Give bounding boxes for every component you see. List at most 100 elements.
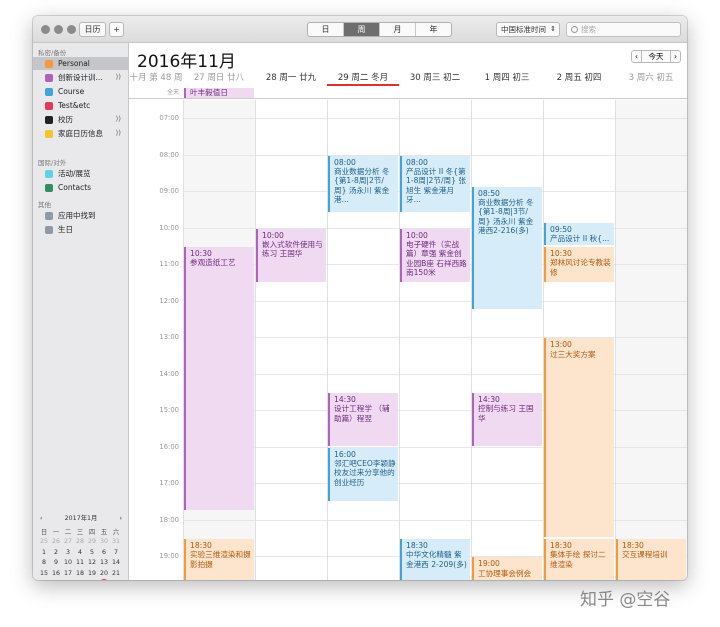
calendar-checkbox[interactable] bbox=[45, 130, 53, 138]
hour-label: 12:00 bbox=[159, 296, 179, 305]
hour-label: 13:00 bbox=[159, 333, 179, 342]
prev-week-button[interactable]: ‹ bbox=[631, 50, 642, 63]
mini-day[interactable]: 5 bbox=[86, 547, 98, 558]
mini-day[interactable]: 28 bbox=[74, 537, 86, 548]
calendar-event[interactable]: 08:50 商业数据分析 冬{第1-8周|3节/周} 汤永川 紫金港西2-216(… bbox=[472, 186, 542, 309]
mini-day[interactable]: 23 bbox=[50, 579, 62, 581]
mini-day[interactable]: 13 bbox=[98, 558, 110, 569]
tab-day[interactable]: 日 bbox=[308, 23, 344, 36]
mini-day[interactable]: 25 bbox=[38, 537, 50, 548]
mini-day[interactable]: 7 bbox=[110, 547, 122, 558]
mini-day[interactable]: 24 bbox=[62, 579, 74, 581]
mini-day[interactable]: 26 bbox=[50, 537, 62, 548]
mini-day[interactable]: 3 bbox=[62, 547, 74, 558]
next-week-button[interactable]: › bbox=[670, 50, 681, 63]
calendar-event[interactable]: 18:30 中华文化精髓 紫金港西 2-209(多) bbox=[400, 539, 470, 580]
mini-prev-month-button[interactable]: ‹ bbox=[40, 513, 43, 525]
calendar-event[interactable]: 13:00 过三大奖方案 bbox=[544, 338, 614, 537]
mini-day[interactable]: 9 bbox=[50, 558, 62, 569]
allday-event[interactable]: 叶丰毅值日 bbox=[184, 88, 254, 98]
mini-day[interactable]: 4 bbox=[74, 547, 86, 558]
search-input[interactable]: 搜索 bbox=[566, 22, 681, 37]
calendar-event[interactable]: 10:00 电子硬件（实战篇）章强 紫金创业园B座 石祥西路南150米 bbox=[400, 228, 470, 282]
mini-day[interactable]: 26 bbox=[86, 579, 98, 581]
calendar-checkbox[interactable] bbox=[45, 184, 53, 192]
calendar-event[interactable]: 08:00 商业数据分析 冬{第1-8周|2节/周} 汤永川 紫金港... bbox=[328, 155, 398, 213]
tab-month[interactable]: 月 bbox=[380, 23, 416, 36]
calendar-event[interactable]: 10:30 郑林风讨论专教装修 bbox=[544, 247, 614, 282]
sidebar-item-calendar[interactable]: 创新设计训...)) bbox=[33, 71, 128, 84]
mini-day[interactable]: 16 bbox=[50, 568, 62, 579]
minimize-window-button[interactable] bbox=[54, 25, 63, 34]
mini-day[interactable]: 12 bbox=[86, 558, 98, 569]
mini-day[interactable]: 11 bbox=[74, 558, 86, 569]
mini-day[interactable]: 29 bbox=[86, 537, 98, 548]
mini-day[interactable]: 8 bbox=[38, 558, 50, 569]
calendar-event[interactable]: 09:50 产品设计 II 秋{... bbox=[544, 222, 614, 245]
time-grid[interactable]: 07:00 08:00 09:00 10:00 11:00 12:00 13:00 14:00… bbox=[129, 100, 687, 580]
mini-day[interactable]: 18 bbox=[74, 568, 86, 579]
calendar-event[interactable]: 18:30 交互课程培训 bbox=[616, 539, 686, 580]
sidebar-item-calendar[interactable]: 生日 bbox=[33, 223, 128, 236]
close-window-button[interactable] bbox=[41, 25, 50, 34]
mini-day[interactable]: 14 bbox=[110, 558, 122, 569]
mini-day[interactable]: 2 bbox=[50, 547, 62, 558]
add-event-button[interactable]: + bbox=[109, 22, 124, 37]
sidebar-item-calendar[interactable]: Test&etc bbox=[33, 99, 128, 112]
mini-day[interactable]: 1 bbox=[38, 547, 50, 558]
event-time: 10:00 bbox=[262, 230, 284, 240]
tab-week[interactable]: 周 bbox=[344, 23, 380, 36]
sidebar-item-calendar[interactable]: Course bbox=[33, 85, 128, 98]
mini-day[interactable]: 28 bbox=[110, 579, 122, 581]
mini-next-month-button[interactable]: › bbox=[119, 513, 122, 525]
mini-day[interactable]: 21 bbox=[110, 568, 122, 579]
calendar-event[interactable]: 16:00 邻汇吧CEO李颖静校友过来分享他的创业经历 bbox=[328, 447, 398, 501]
mini-day[interactable]: 17 bbox=[62, 568, 74, 579]
tab-year[interactable]: 年 bbox=[416, 23, 451, 36]
calendar-event[interactable]: 19:00 工协理事会例会 bbox=[472, 557, 542, 580]
calendar-checkbox[interactable] bbox=[45, 60, 53, 68]
calendar-checkbox[interactable] bbox=[45, 74, 53, 82]
calendar-event[interactable]: 14:30 设计工程学 （辅助篇）程翌 bbox=[328, 393, 398, 446]
mini-day[interactable]: 15 bbox=[38, 568, 50, 579]
calendar-checkbox[interactable] bbox=[45, 170, 53, 178]
mini-day[interactable]: 27 bbox=[98, 578, 110, 580]
mini-day[interactable]: 31 bbox=[110, 537, 122, 548]
calendar-event[interactable]: 14:30 控制与练习 王国华 bbox=[472, 393, 542, 446]
calendar-event[interactable]: 18:30 实验三维渲染和摄影拍摄 bbox=[184, 539, 254, 580]
mini-calendar-title: 2017年1月 bbox=[64, 515, 98, 522]
sidebar-item-calendar[interactable]: 校历)) bbox=[33, 113, 128, 126]
sidebar-item-label: 家庭日历信息 bbox=[58, 129, 103, 138]
today-button[interactable]: 今天 bbox=[642, 50, 670, 63]
sidebar-item-label: 创新设计训... bbox=[58, 73, 103, 82]
mini-day[interactable]: 22 bbox=[38, 579, 50, 581]
mini-day[interactable]: 10 bbox=[62, 558, 74, 569]
calendar-checkbox[interactable] bbox=[45, 212, 53, 220]
timezone-select[interactable]: 中国标准时间 ⇕ bbox=[496, 22, 560, 37]
mini-weekday: 五 bbox=[100, 528, 108, 536]
zoom-window-button[interactable] bbox=[67, 25, 76, 34]
mini-day[interactable]: 20 bbox=[98, 568, 110, 579]
calendar-event[interactable]: 18:30 集体手绘 探讨二维渲染 bbox=[544, 539, 614, 580]
mini-day[interactable]: 27 bbox=[62, 537, 74, 548]
calendar-checkbox[interactable] bbox=[45, 226, 53, 234]
calendar-event[interactable]: 08:00 产品设计 II 冬{第1-8周|2节/周} 张旭生 紫金港月牙... bbox=[400, 155, 470, 213]
calendars-button[interactable]: 日历 bbox=[79, 22, 106, 37]
sidebar-item-calendar[interactable]: 家庭日历信息)) bbox=[33, 127, 128, 140]
calendar-event[interactable]: 10:00 嵌入式软件使用与练习 王国华 bbox=[256, 228, 326, 282]
calendar-checkbox[interactable] bbox=[45, 102, 53, 110]
mini-day[interactable]: 25 bbox=[74, 579, 86, 581]
sidebar-item-calendar[interactable]: 应用中找到 bbox=[33, 209, 128, 222]
mini-day[interactable]: 30 bbox=[98, 537, 110, 548]
event-time: 16:00 bbox=[334, 449, 356, 459]
calendar-checkbox[interactable] bbox=[45, 88, 53, 96]
mini-day[interactable]: 19 bbox=[86, 568, 98, 579]
chevron-updown-icon: ⇕ bbox=[550, 25, 556, 33]
calendar-event[interactable]: 10:30 参观造纸工艺 bbox=[184, 247, 254, 510]
sidebar-item-calendar[interactable]: Contacts bbox=[33, 181, 128, 194]
calendar-window: 日历 + 日 周 月 年 中国标准时间 ⇕ 搜索 私密/备份 Personal 创新设… bbox=[33, 16, 687, 580]
mini-day[interactable]: 6 bbox=[98, 547, 110, 558]
sidebar-item-calendar[interactable]: Personal bbox=[33, 57, 128, 70]
calendar-checkbox[interactable] bbox=[45, 116, 53, 124]
sidebar-item-calendar[interactable]: 活动/展览 bbox=[33, 167, 128, 180]
